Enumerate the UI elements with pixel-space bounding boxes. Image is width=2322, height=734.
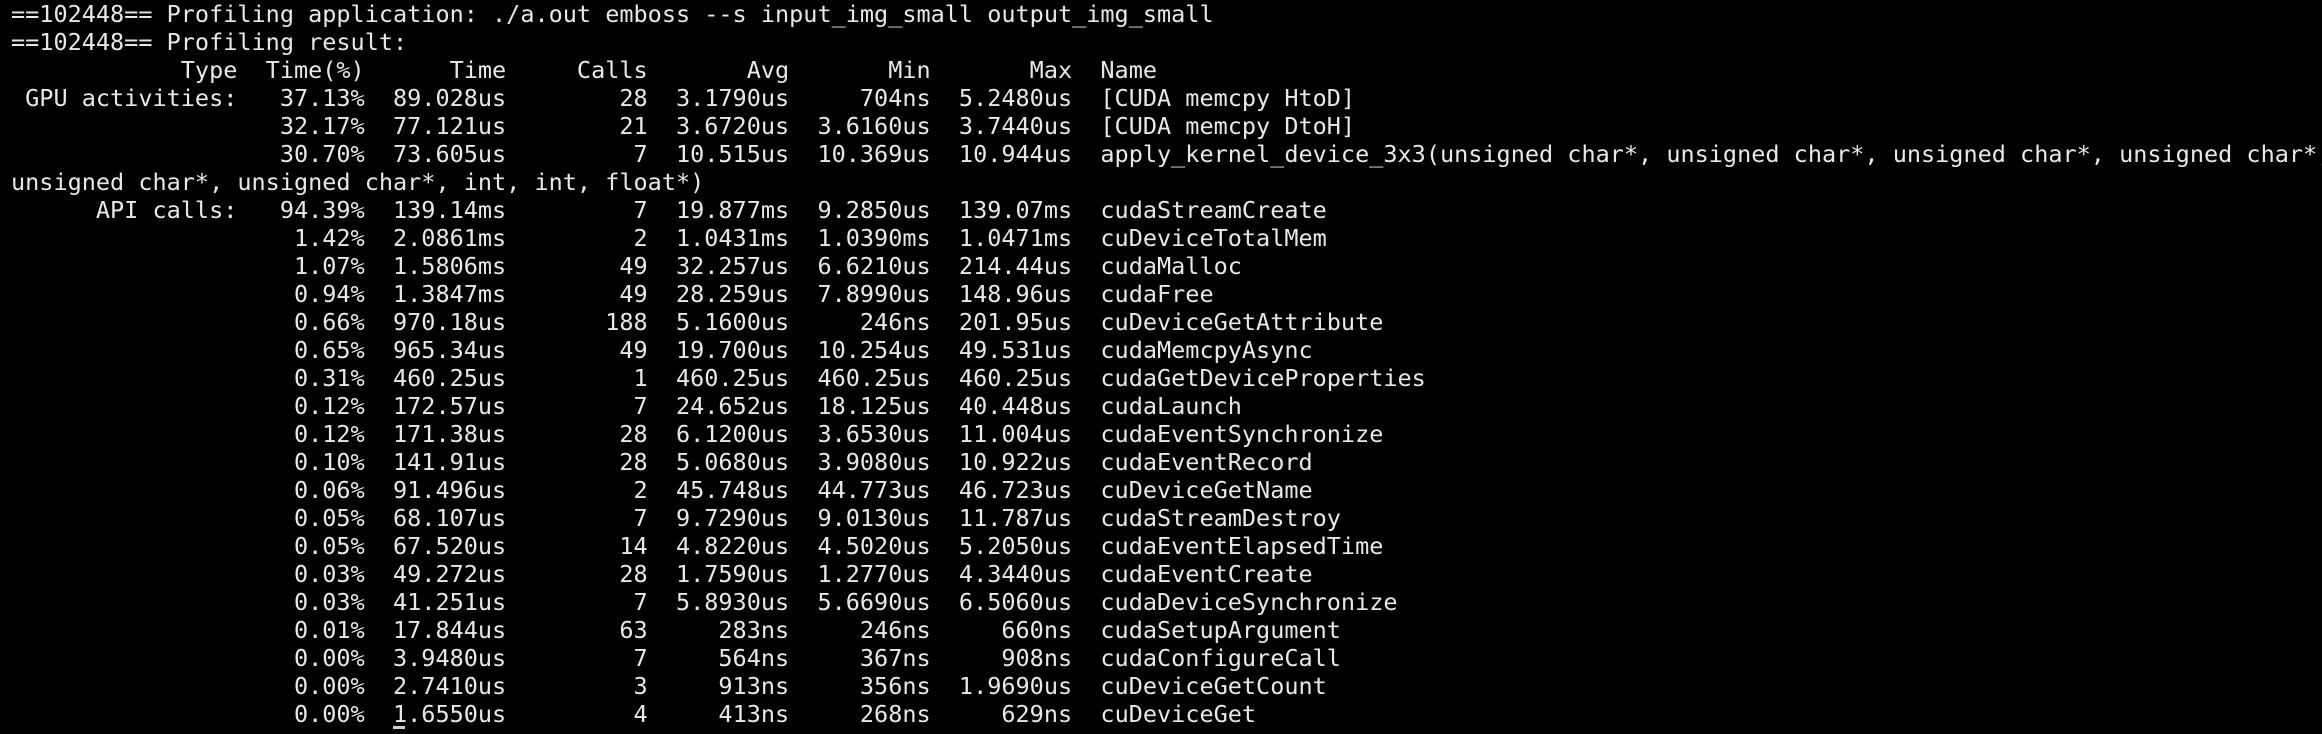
terminal-line: 0.65% 965.34us 49 19.700us 10.254us 49.5… (11, 336, 1313, 364)
terminal-line: Type Time(%) Time Calls Avg Min Max Name (11, 56, 1158, 84)
terminal-line: 0.05% 68.107us 7 9.7290us 9.0130us 11.78… (11, 504, 1341, 532)
terminal-line: API calls: 94.39% 139.14ms 7 19.877ms 9.… (11, 196, 1327, 224)
terminal-window[interactable]: ==102448== Profiling application: ./a.ou… (0, 0, 2322, 734)
terminal-line-suffix: 1.6550us 4 413ns 268ns 629ns cuDeviceGet (393, 700, 1257, 728)
terminal-line: 0.12% 171.38us 28 6.1200us 3.6530us 11.0… (11, 420, 1384, 448)
terminal-line: 1.07% 1.5806ms 49 32.257us 6.6210us 214.… (11, 252, 1242, 280)
terminal-line: 0.03% 49.272us 28 1.7590us 1.2770us 4.34… (11, 560, 1313, 588)
terminal-line-with-cursor: 0.00% 1.6550us 4 413ns 268ns 629ns cuDev… (11, 700, 2322, 729)
terminal-line: 0.01% 17.844us 63 283ns 246ns 660ns cuda… (11, 616, 1341, 644)
terminal-line: 32.17% 77.121us 21 3.6720us 3.6160us 3.7… (11, 112, 1356, 140)
terminal-line: ==102448== Profiling application: ./a.ou… (11, 0, 1214, 28)
terminal-line: ==102448== Profiling result: (11, 28, 408, 56)
terminal-line: 0.03% 41.251us 7 5.8930us 5.6690us 6.506… (11, 588, 1398, 616)
terminal-line: 0.12% 172.57us 7 24.652us 18.125us 40.44… (11, 392, 1242, 420)
terminal-line: 1.42% 2.0861ms 2 1.0431ms 1.0390ms 1.047… (11, 224, 1327, 252)
terminal-line: 0.10% 141.91us 28 5.0680us 3.9080us 10.9… (11, 448, 1313, 476)
terminal-cursor (393, 726, 406, 729)
terminal-line: 0.00% 2.7410us 3 913ns 356ns 1.9690us cu… (11, 672, 1327, 700)
terminal-line-prefix: 0.00% (11, 700, 394, 728)
terminal-line: 0.31% 460.25us 1 460.25us 460.25us 460.2… (11, 364, 1426, 392)
terminal-line: 0.66% 970.18us 188 5.1600us 246ns 201.95… (11, 308, 1384, 336)
terminal-line: 30.70% 73.605us 7 10.515us 10.369us 10.9… (11, 140, 2322, 168)
terminal-line: GPU activities: 37.13% 89.028us 28 3.179… (11, 84, 1356, 112)
terminal-line: 0.94% 1.3847ms 49 28.259us 7.8990us 148.… (11, 280, 1214, 308)
terminal-output: ==102448== Profiling application: ./a.ou… (11, 0, 2322, 729)
terminal-line: 0.06% 91.496us 2 45.748us 44.773us 46.72… (11, 476, 1313, 504)
terminal-line: 0.00% 3.9480us 7 564ns 367ns 908ns cudaC… (11, 644, 1341, 672)
terminal-line: 0.05% 67.520us 14 4.8220us 4.5020us 5.20… (11, 532, 1384, 560)
terminal-line: unsigned char*, unsigned char*, int, int… (11, 168, 705, 196)
